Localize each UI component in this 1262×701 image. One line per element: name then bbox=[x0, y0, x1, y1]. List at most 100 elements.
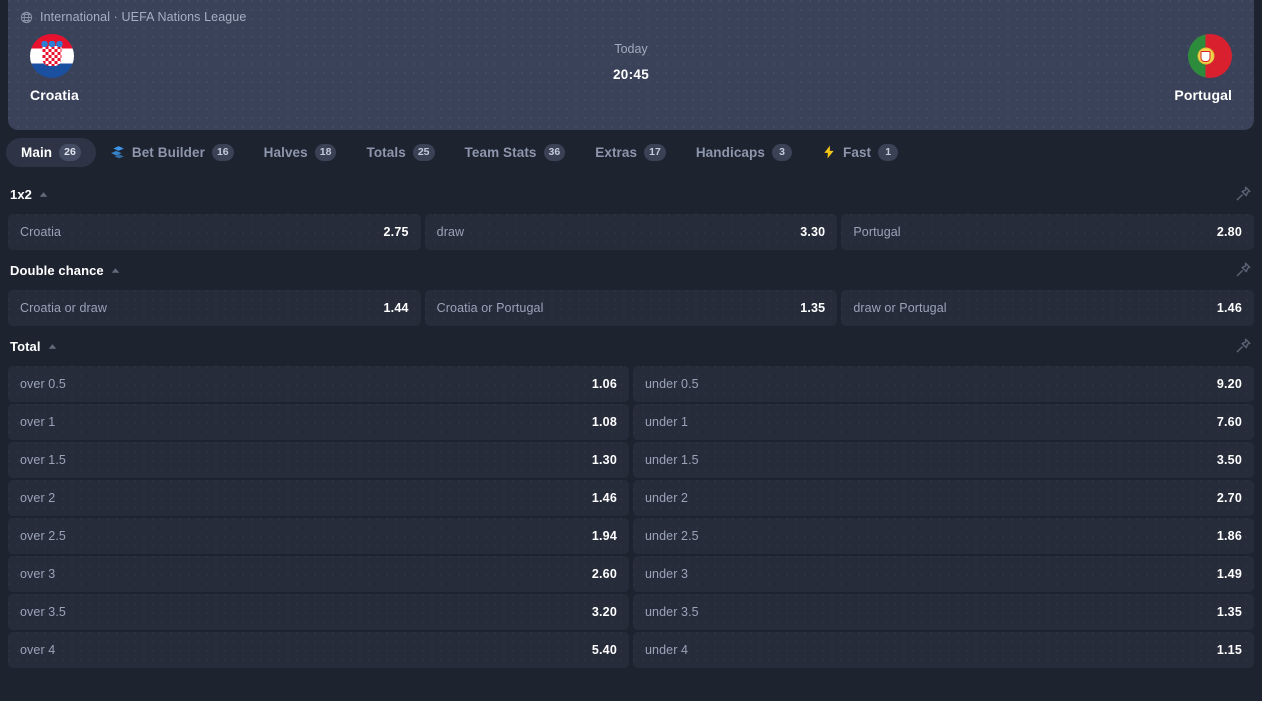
odds-outcome-label: over 3.5 bbox=[20, 605, 66, 619]
odds-value: 2.60 bbox=[591, 567, 617, 581]
home-team[interactable]: Croatia bbox=[30, 34, 330, 103]
odds-button[interactable]: under 2.5 1.86 bbox=[633, 518, 1254, 554]
tab-count-badge: 25 bbox=[412, 143, 435, 161]
odds-outcome-label: Croatia bbox=[20, 225, 61, 239]
tab-extras[interactable]: Extras 17 bbox=[580, 138, 681, 167]
odds-outcome-label: over 0.5 bbox=[20, 377, 66, 391]
tab-count-badge: 16 bbox=[211, 143, 234, 161]
chevron-up-icon[interactable] bbox=[39, 190, 48, 199]
chevron-up-icon[interactable] bbox=[111, 266, 120, 275]
tab-label: Fast bbox=[842, 144, 872, 160]
tab-totals[interactable]: Totals 25 bbox=[351, 138, 449, 167]
odds-outcome-label: Portugal bbox=[853, 225, 901, 239]
tab-label: Bet Builder bbox=[131, 144, 205, 160]
odds-button[interactable]: under 1 7.60 bbox=[633, 404, 1254, 440]
match-header-card: International · UEFA Nations League Croa… bbox=[8, 0, 1254, 130]
odds-outcome-label: Croatia or draw bbox=[20, 301, 107, 315]
odds-button[interactable]: Croatia or Portugal 1.35 bbox=[424, 290, 838, 326]
odds-grid: over 0.5 1.06 under 0.5 9.20 over 1 1.08 under… bbox=[0, 366, 1262, 668]
tab-bet-builder[interactable]: Bet Builder 16 bbox=[96, 138, 249, 167]
pin-icon[interactable] bbox=[1234, 337, 1252, 355]
away-team-name: Portugal bbox=[1174, 87, 1232, 103]
odds-value: 2.75 bbox=[383, 225, 409, 239]
globe-icon bbox=[20, 11, 33, 24]
odds-value: 7.60 bbox=[1216, 415, 1242, 429]
odds-button[interactable]: draw or Portugal 1.46 bbox=[841, 290, 1254, 326]
tab-count-badge: 17 bbox=[644, 143, 666, 161]
odds-button[interactable]: under 0.5 9.20 bbox=[633, 366, 1254, 402]
market-section: Double chance Croatia or draw 1.44 Croatia … bbox=[0, 250, 1262, 326]
chevron-up-icon[interactable] bbox=[48, 342, 57, 351]
odds-button[interactable]: over 1.5 1.30 bbox=[8, 442, 629, 478]
odds-button[interactable]: over 2.5 1.94 bbox=[8, 518, 629, 554]
odds-outcome-label: under 1 bbox=[645, 415, 689, 429]
tab-label: Extras bbox=[595, 144, 638, 160]
market-title: 1x2 bbox=[10, 186, 32, 202]
odds-outcome-label: under 4 bbox=[645, 643, 689, 657]
odds-value: 3.30 bbox=[800, 225, 826, 239]
odds-value: 1.94 bbox=[591, 529, 617, 543]
market-header[interactable]: 1x2 bbox=[0, 174, 1262, 214]
market-section: 1x2 Croatia 2.75 draw 3.30 Portugal 2.80 bbox=[0, 174, 1262, 250]
odds-button[interactable]: under 3.5 1.35 bbox=[633, 594, 1254, 630]
odds-button[interactable]: under 2 2.70 bbox=[633, 480, 1254, 516]
odds-value: 1.35 bbox=[1216, 605, 1242, 619]
odds-value: 1.86 bbox=[1216, 529, 1242, 543]
breadcrumb-label: International · UEFA Nations League bbox=[40, 10, 247, 24]
odds-value: 1.35 bbox=[800, 301, 826, 315]
odds-button[interactable]: over 4 5.40 bbox=[8, 632, 629, 668]
odds-outcome-label: under 2.5 bbox=[645, 529, 699, 543]
croatia-flag-icon bbox=[30, 34, 74, 78]
tab-label: Halves bbox=[263, 144, 308, 160]
odds-button[interactable]: draw 3.30 bbox=[424, 214, 838, 250]
odds-outcome-label: under 0.5 bbox=[645, 377, 699, 391]
market-title: Total bbox=[10, 338, 41, 354]
odds-button[interactable]: Croatia 2.75 bbox=[8, 214, 421, 250]
tab-count-badge: 36 bbox=[543, 143, 566, 161]
odds-outcome-label: over 1.5 bbox=[20, 453, 66, 467]
tab-count-badge: 26 bbox=[59, 143, 81, 161]
odds-outcome-label: draw bbox=[436, 225, 465, 239]
odds-button[interactable]: under 4 1.15 bbox=[633, 632, 1254, 668]
tab-team-stats[interactable]: Team Stats 36 bbox=[450, 138, 581, 167]
tab-label: Totals bbox=[366, 144, 406, 160]
tab-label: Team Stats bbox=[464, 144, 537, 160]
tab-main[interactable]: Main 26 bbox=[6, 137, 96, 167]
breadcrumb[interactable]: International · UEFA Nations League bbox=[8, 0, 1254, 28]
odds-outcome-label: over 3 bbox=[20, 567, 56, 581]
odds-button[interactable]: over 3.5 3.20 bbox=[8, 594, 629, 630]
market-section: Total over 0.5 1.06 under 0.5 9.20 over 1 1.08… bbox=[0, 326, 1262, 668]
tab-handicaps[interactable]: Handicaps 3 bbox=[681, 138, 807, 167]
pin-icon[interactable] bbox=[1234, 261, 1252, 279]
tab-halves[interactable]: Halves 18 bbox=[249, 138, 352, 167]
odds-button[interactable]: over 1 1.08 bbox=[8, 404, 629, 440]
odds-outcome-label: draw or Portugal bbox=[853, 301, 947, 315]
odds-button[interactable]: over 3 2.60 bbox=[8, 556, 629, 592]
odds-button[interactable]: under 1.5 3.50 bbox=[633, 442, 1254, 478]
odds-value: 1.44 bbox=[383, 301, 409, 315]
tab-fast[interactable]: Fast 1 bbox=[807, 138, 913, 167]
tab-label: Handicaps bbox=[695, 144, 765, 160]
away-team[interactable]: Portugal bbox=[932, 34, 1232, 103]
odds-button[interactable]: Portugal 2.80 bbox=[841, 214, 1254, 250]
market-header[interactable]: Double chance bbox=[0, 250, 1262, 290]
market-header[interactable]: Total bbox=[0, 326, 1262, 366]
odds-outcome-label: over 2 bbox=[20, 491, 56, 505]
odds-outcome-label: under 1.5 bbox=[645, 453, 699, 467]
tab-count-badge: 1 bbox=[878, 143, 899, 161]
tab-count-badge: 3 bbox=[771, 143, 792, 161]
odds-button[interactable]: over 0.5 1.06 bbox=[8, 366, 629, 402]
odds-button[interactable]: under 3 1.49 bbox=[633, 556, 1254, 592]
odds-grid: Croatia or draw 1.44 Croatia or Portugal 1.… bbox=[0, 290, 1262, 326]
odds-button[interactable]: Croatia or draw 1.44 bbox=[8, 290, 421, 326]
odds-button[interactable]: over 2 1.46 bbox=[8, 480, 629, 516]
odds-value: 2.80 bbox=[1216, 225, 1242, 239]
pin-icon[interactable] bbox=[1234, 185, 1252, 203]
odds-outcome-label: over 2.5 bbox=[20, 529, 66, 543]
odds-value: 1.08 bbox=[591, 415, 617, 429]
odds-outcome-label: under 3 bbox=[645, 567, 689, 581]
lightning-icon bbox=[822, 145, 836, 159]
odds-outcome-label: Croatia or Portugal bbox=[436, 301, 544, 315]
bet-builder-icon bbox=[110, 145, 125, 159]
market-title: Double chance bbox=[10, 262, 104, 278]
